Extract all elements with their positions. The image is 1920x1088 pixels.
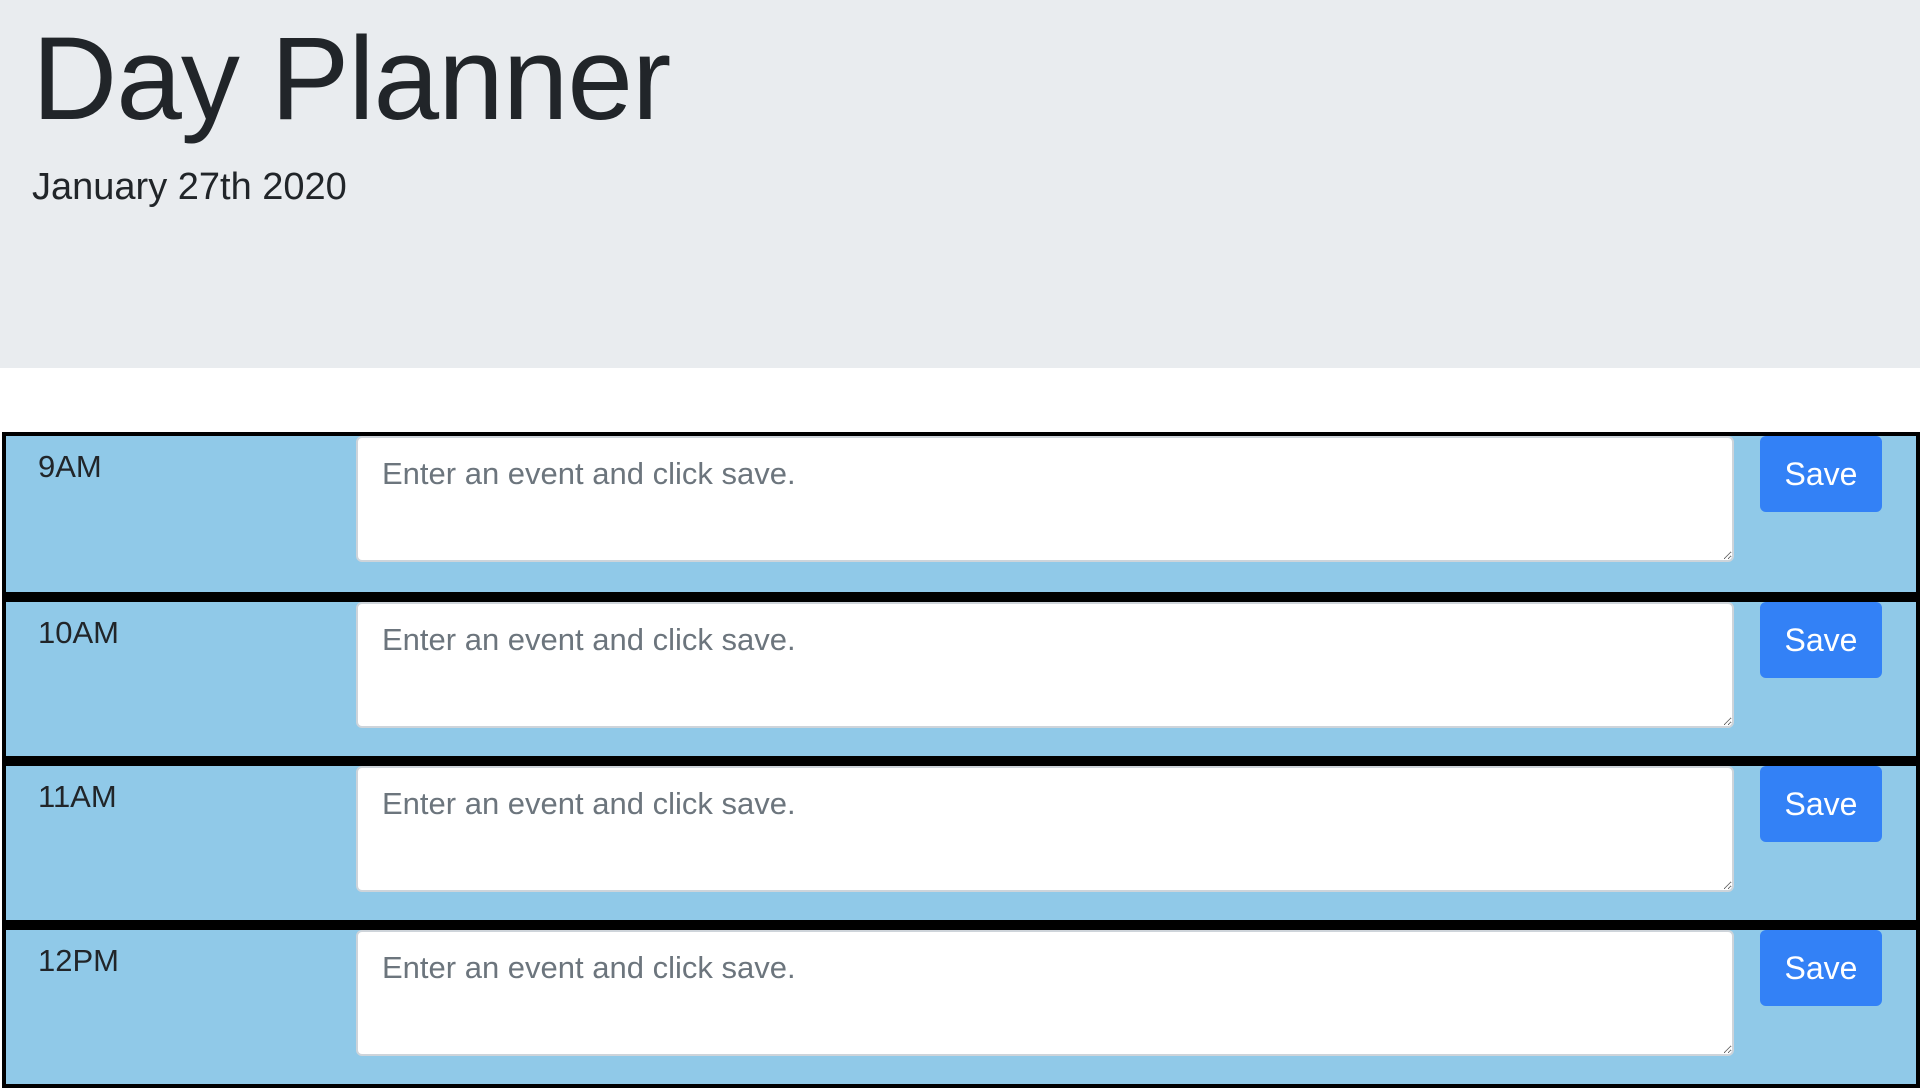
hour-label: 10AM (38, 615, 119, 650)
save-button[interactable]: Save (1760, 930, 1882, 1006)
hour-label: 12PM (38, 943, 119, 978)
event-input[interactable] (356, 766, 1734, 892)
time-block-12pm: 12PM Save (2, 924, 1920, 1088)
hour-label: 9AM (38, 449, 102, 484)
planner: 9AM Save 10AM Save 11AM Save 12PM Save (2, 432, 1920, 1088)
header-jumbotron: Day Planner January 27th 2020 (0, 0, 1920, 368)
time-block-9am: 9AM Save (2, 432, 1920, 596)
current-date: January 27th 2020 (32, 165, 347, 208)
save-button[interactable]: Save (1760, 766, 1882, 842)
save-button[interactable]: Save (1760, 436, 1882, 512)
time-block-10am: 10AM Save (2, 596, 1920, 760)
event-input[interactable] (356, 930, 1734, 1056)
event-input[interactable] (356, 436, 1734, 562)
save-button[interactable]: Save (1760, 602, 1882, 678)
event-input[interactable] (356, 602, 1734, 728)
hour-label: 11AM (38, 779, 117, 814)
time-block-11am: 11AM Save (2, 760, 1920, 924)
page-title: Day Planner (32, 13, 671, 145)
